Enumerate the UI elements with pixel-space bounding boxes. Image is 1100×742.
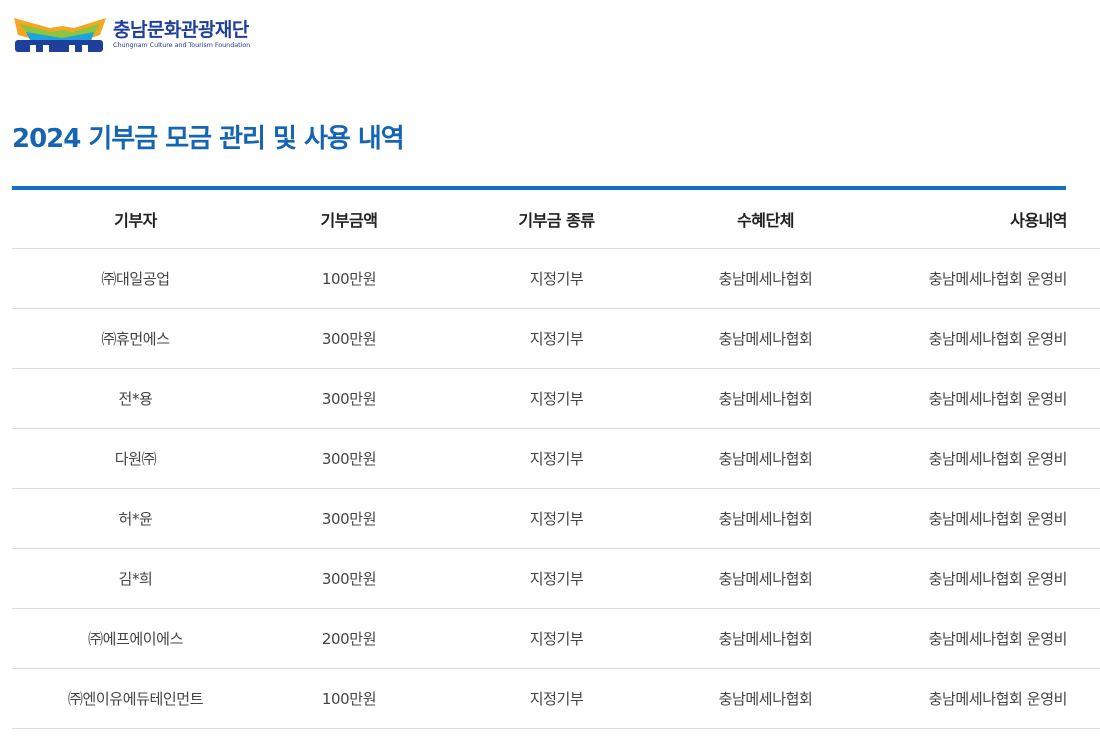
cell-usage: 충남메세나협회 운영비 (857, 608, 1100, 669)
cell-donor: 허*윤 (12, 488, 259, 549)
cell-donation-type: 지정기부 (439, 308, 674, 369)
cell-amount: 300만원 (259, 548, 439, 609)
cell-amount: 100만원 (259, 668, 439, 729)
cell-donor: ㈜엔이유에듀테인먼트 (12, 668, 259, 729)
org-name: 충남문화관광재단 (113, 18, 249, 41)
cell-usage: 충남메세나협회 운영비 (857, 668, 1100, 729)
cell-donor: 전*용 (12, 368, 259, 429)
table-row: 김*희 300만원 지정기부 충남메세나협회 충남메세나협회 운영비 (12, 548, 1100, 609)
table-row: 전*용 300만원 지정기부 충남메세나협회 충남메세나협회 운영비 (12, 368, 1100, 429)
cell-usage: 충남메세나협회 운영비 (857, 548, 1100, 609)
foundation-logo-icon (14, 18, 106, 52)
header-donation-type: 기부금 종류 (439, 190, 674, 249)
table-row: ㈜휴먼에스 300만원 지정기부 충남메세나협회 충남메세나협회 운영비 (12, 308, 1100, 369)
table-row: ㈜에프에이에스 200만원 지정기부 충남메세나협회 충남메세나협회 운영비 (12, 608, 1100, 669)
cell-beneficiary: 충남메세나협회 (674, 548, 857, 609)
cell-amount: 300만원 (259, 308, 439, 369)
cell-beneficiary: 충남메세나협회 (674, 428, 857, 489)
donation-table-section: 기부자 기부금액 기부금 종류 수혜단체 사용내역 ㈜대일공업 100만원 지정… (12, 186, 1100, 729)
cell-donation-type: 지정기부 (439, 608, 674, 669)
table-row: 허*윤 300만원 지정기부 충남메세나협회 충남메세나협회 운영비 (12, 488, 1100, 549)
cell-amount: 200만원 (259, 608, 439, 669)
cell-beneficiary: 충남메세나협회 (674, 308, 857, 369)
cell-donor: 다원㈜ (12, 428, 259, 489)
cell-usage: 충남메세나협회 운영비 (857, 488, 1100, 549)
cell-usage: 충남메세나협회 운영비 (857, 428, 1100, 489)
table-row: ㈜대일공업 100만원 지정기부 충남메세나협회 충남메세나협회 운영비 (12, 248, 1100, 309)
cell-donation-type: 지정기부 (439, 248, 674, 309)
header-amount: 기부금액 (259, 190, 439, 249)
header-usage: 사용내역 (857, 190, 1100, 249)
cell-usage: 충남메세나협회 운영비 (857, 308, 1100, 369)
cell-donation-type: 지정기부 (439, 368, 674, 429)
cell-donation-type: 지정기부 (439, 548, 674, 609)
cell-amount: 300만원 (259, 368, 439, 429)
table-row: ㈜엔이유에듀테인먼트 100만원 지정기부 충남메세나협회 충남메세나협회 운영… (12, 668, 1100, 729)
org-logo[interactable]: 충남문화관광재단 Chungnam Culture and Tourism Fo… (12, 14, 250, 54)
cell-donor: ㈜에프에이에스 (12, 608, 259, 669)
page-title: 2024 기부금 모금 관리 및 사용 내역 (12, 124, 405, 154)
table-row: 다원㈜ 300만원 지정기부 충남메세나협회 충남메세나협회 운영비 (12, 428, 1100, 489)
cell-beneficiary: 충남메세나협회 (674, 608, 857, 669)
cell-beneficiary: 충남메세나협회 (674, 248, 857, 309)
cell-amount: 100만원 (259, 248, 439, 309)
cell-beneficiary: 충남메세나협회 (674, 488, 857, 549)
cell-beneficiary: 충남메세나협회 (674, 668, 857, 729)
header-beneficiary: 수혜단체 (674, 190, 857, 249)
header-donor: 기부자 (12, 190, 259, 249)
cell-donor: ㈜휴먼에스 (12, 308, 259, 369)
cell-donation-type: 지정기부 (439, 488, 674, 549)
cell-donor: 김*희 (12, 548, 259, 609)
cell-beneficiary: 충남메세나협회 (674, 368, 857, 429)
cell-usage: 충남메세나협회 운영비 (857, 248, 1100, 309)
table-header-row: 기부자 기부금액 기부금 종류 수혜단체 사용내역 (12, 190, 1100, 249)
cell-amount: 300만원 (259, 428, 439, 489)
cell-donation-type: 지정기부 (439, 428, 674, 489)
cell-donor: ㈜대일공업 (12, 248, 259, 309)
cell-usage: 충남메세나협회 운영비 (857, 368, 1100, 429)
donation-table: 기부자 기부금액 기부금 종류 수혜단체 사용내역 ㈜대일공업 100만원 지정… (12, 190, 1100, 729)
org-name-english: Chungnam Culture and Tourism Foundation (113, 40, 251, 49)
cell-donation-type: 지정기부 (439, 668, 674, 729)
cell-amount: 300만원 (259, 488, 439, 549)
